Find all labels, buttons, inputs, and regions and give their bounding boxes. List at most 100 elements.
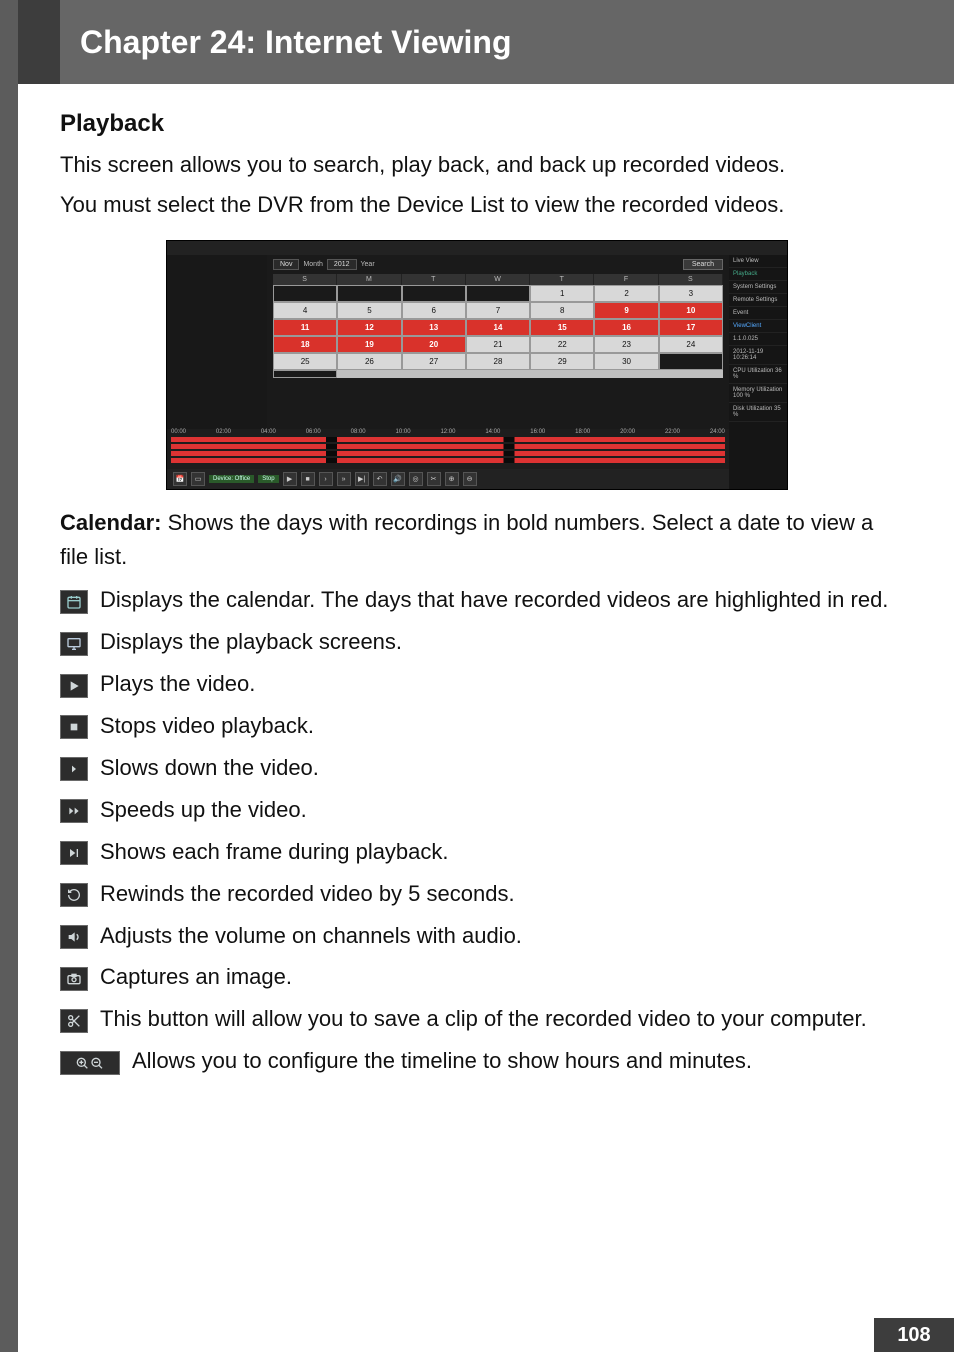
monitor-icon[interactable]	[60, 632, 88, 656]
ss-monitor-icon[interactable]: ▭	[191, 472, 205, 486]
zoom-icons-text: Allows you to configure the timeline to …	[132, 1045, 894, 1077]
ss-cal-cell[interactable]: 25	[273, 353, 337, 370]
playback-screenshot: Nov Month 2012 Year Search SMTWTFS 12345…	[166, 240, 788, 490]
calendar-desc-text: Shows the days with recordings in bold n…	[60, 510, 873, 569]
volume-icon[interactable]	[60, 925, 88, 949]
ss-cal-cell[interactable]: 4	[273, 302, 337, 319]
ss-search-button[interactable]: Search	[683, 259, 723, 270]
ss-cal-cell[interactable]: 2	[594, 285, 658, 302]
ss-device-label: Device: Office	[209, 475, 254, 483]
ss-frame-icon[interactable]: ▶|	[355, 472, 369, 486]
ss-cal-cell[interactable]: 16	[594, 319, 658, 336]
ss-cal-cell[interactable]: 21	[466, 336, 530, 353]
clip-icon-text: This button will allow you to save a cli…	[100, 1003, 894, 1035]
ss-cal-cell[interactable]: 24	[659, 336, 723, 353]
ss-cal-cell[interactable]: 22	[530, 336, 594, 353]
ss-timeline-label: 10:00	[396, 429, 411, 435]
ss-month-select[interactable]: Nov	[273, 259, 299, 270]
ss-timeline-label: 18:00	[575, 429, 590, 435]
chapter-title: Chapter 24: Internet Viewing	[60, 0, 512, 84]
ss-fast-icon[interactable]: »	[337, 472, 351, 486]
ss-timeline-label: 14:00	[485, 429, 500, 435]
ss-cal-cell[interactable]: 14	[466, 319, 530, 336]
slow-icon-text: Slows down the video.	[100, 752, 894, 784]
ss-stop-label: Stop	[258, 475, 278, 483]
ss-weekday: T	[530, 274, 594, 285]
ss-vol-icon[interactable]: 🔊	[391, 472, 405, 486]
ss-device-tree	[167, 255, 267, 429]
slow-icon[interactable]	[60, 757, 88, 781]
capture-icon[interactable]	[60, 967, 88, 991]
ss-right-playback[interactable]: Playback	[729, 268, 787, 281]
ss-cal-cell	[273, 285, 337, 302]
fast-icon[interactable]	[60, 799, 88, 823]
ss-cal-cell[interactable]: 23	[594, 336, 658, 353]
ss-cal-cell[interactable]: 12	[337, 319, 401, 336]
chapter-tab	[18, 0, 60, 84]
ss-cal-cell[interactable]: 15	[530, 319, 594, 336]
ss-cal-cell[interactable]: 19	[337, 336, 401, 353]
ss-timeline-label: 00:00	[171, 429, 186, 435]
ss-weekday: M	[337, 274, 401, 285]
ss-cal-cell	[466, 285, 530, 302]
ss-cal-cell[interactable]: 8	[530, 302, 594, 319]
ss-cal-cell	[659, 353, 723, 370]
ss-cal-cell[interactable]: 26	[337, 353, 401, 370]
ss-cal-cell[interactable]: 28	[466, 353, 530, 370]
fast-icon-text: Speeds up the video.	[100, 794, 894, 826]
ss-cal-cell[interactable]: 18	[273, 336, 337, 353]
calendar-icon[interactable]	[60, 590, 88, 614]
ss-cal-cell	[337, 285, 401, 302]
rewind-icon-text: Rewinds the recorded video by 5 seconds.	[100, 878, 894, 910]
stop-icon-text: Stops video playback.	[100, 710, 894, 742]
ss-cal-cell[interactable]: 5	[337, 302, 401, 319]
ss-slow-icon[interactable]: ›	[319, 472, 333, 486]
ss-cal-cell[interactable]: 13	[402, 319, 466, 336]
playback-intro-1: This screen allows you to search, play b…	[60, 148, 894, 182]
ss-cal-cell[interactable]: 30	[594, 353, 658, 370]
ss-timeline-label: 06:00	[306, 429, 321, 435]
ss-year-select[interactable]: 2012	[327, 259, 357, 270]
ss-cal-cell[interactable]: 9	[594, 302, 658, 319]
ss-zoomin-icon[interactable]: ⊕	[445, 472, 459, 486]
ss-timeline-label: 12:00	[440, 429, 455, 435]
ss-timeline-label: 20:00	[620, 429, 635, 435]
ss-timeline-label: 04:00	[261, 429, 276, 435]
frame-step-icon[interactable]	[60, 841, 88, 865]
ss-play-icon[interactable]: ▶	[283, 472, 297, 486]
ss-cal-cell[interactable]: 3	[659, 285, 723, 302]
ss-right-system[interactable]: System Settings	[729, 281, 787, 294]
ss-cpu: CPU Utilization 36 %	[729, 365, 787, 384]
ss-cal-cell[interactable]: 6	[402, 302, 466, 319]
chapter-banner: Chapter 24: Internet Viewing	[18, 0, 954, 84]
ss-cal-cell[interactable]: 10	[659, 302, 723, 319]
play-icon[interactable]	[60, 674, 88, 698]
ss-rewind-icon[interactable]: ↶	[373, 472, 387, 486]
ss-cal-cell[interactable]: 29	[530, 353, 594, 370]
ss-right-remote[interactable]: Remote Settings	[729, 294, 787, 307]
ss-timeline-label: 22:00	[665, 429, 680, 435]
ss-cal-icon[interactable]: 📅	[173, 472, 187, 486]
left-vertical-stripe	[0, 0, 18, 1352]
ss-cal-cell[interactable]: 1	[530, 285, 594, 302]
clip-icon[interactable]	[60, 1009, 88, 1033]
play-icon-text: Plays the video.	[100, 668, 894, 700]
ss-cal-cell[interactable]: 27	[402, 353, 466, 370]
ss-right-live[interactable]: Live View	[729, 255, 787, 268]
stop-icon[interactable]	[60, 715, 88, 739]
ss-weekday: W	[466, 274, 530, 285]
page-number: 108	[874, 1318, 954, 1352]
ss-clip-icon[interactable]: ✂	[427, 472, 441, 486]
ss-zoomout-icon[interactable]: ⊖	[463, 472, 477, 486]
frame-step-icon-text: Shows each frame during playback.	[100, 836, 894, 868]
rewind-icon[interactable]	[60, 883, 88, 907]
ss-cal-cell[interactable]: 17	[659, 319, 723, 336]
ss-brand: ViewClient	[729, 320, 787, 333]
ss-stop-icon[interactable]: ■	[301, 472, 315, 486]
ss-capture-icon[interactable]: ◎	[409, 472, 423, 486]
ss-cal-cell[interactable]: 11	[273, 319, 337, 336]
ss-cal-cell[interactable]: 7	[466, 302, 530, 319]
zoom-icons[interactable]	[60, 1051, 120, 1075]
ss-cal-cell[interactable]: 20	[402, 336, 466, 353]
ss-right-event[interactable]: Event	[729, 307, 787, 320]
